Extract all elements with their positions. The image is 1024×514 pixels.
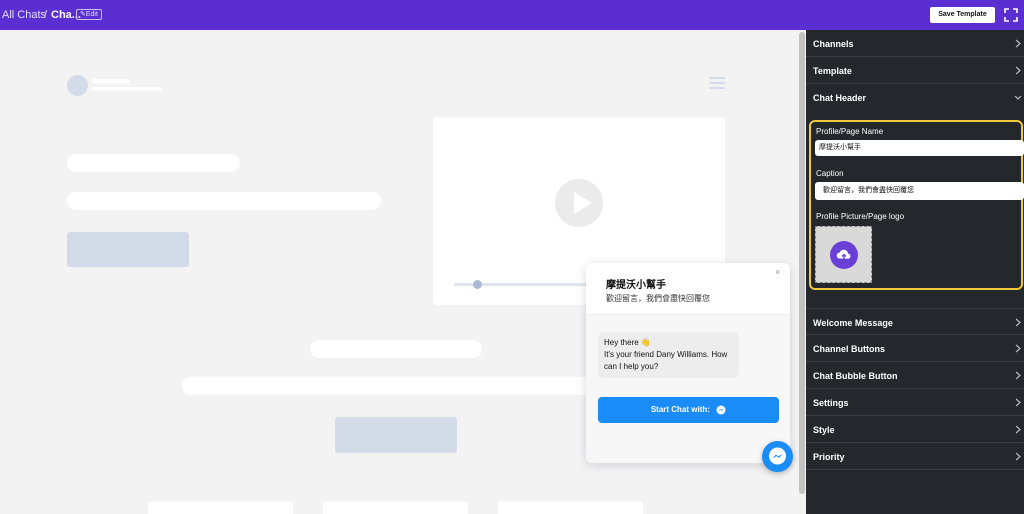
chevron-right-icon: [1015, 39, 1021, 48]
fullscreen-icon[interactable]: [1004, 8, 1018, 22]
chat-header: 摩提沃小幫手 歡迎留言，我們會盡快回覆您 ×: [586, 263, 790, 315]
chevron-right-icon: [1015, 318, 1021, 327]
section-label: Channels: [813, 39, 854, 49]
chevron-right-icon: [1015, 66, 1021, 75]
section-label: Settings: [813, 398, 849, 408]
placeholder-text: [67, 192, 381, 210]
placeholder-card: [148, 501, 293, 514]
placeholder-card: [323, 501, 468, 514]
profile-name-label: Profile/Page Name: [816, 127, 884, 136]
start-chat-label: Start Chat with:: [650, 405, 710, 414]
placeholder-logo: [67, 75, 88, 96]
caption-textarea[interactable]: 歡迎留言，我們會盡快回覆您: [815, 182, 1024, 200]
greeting-text: It's your friend Dany Williams. How can …: [604, 350, 728, 371]
chevron-right-icon: [1015, 452, 1021, 461]
start-chat-button[interactable]: Start Chat with:: [598, 397, 779, 423]
chevron-right-icon: [1015, 344, 1021, 353]
section-priority[interactable]: Priority: [806, 443, 1024, 470]
chat-body: Hey there 👋 It's your friend Dany Willia…: [586, 315, 790, 463]
edit-name-button[interactable]: ✎Edit: [76, 9, 102, 20]
section-label: Welcome Message: [813, 318, 893, 328]
section-label: Style: [813, 425, 835, 435]
chevron-down-icon: [1014, 95, 1022, 100]
placeholder-subheading: [310, 340, 482, 358]
breadcrumb-separator: /: [44, 9, 48, 21]
section-channel-buttons[interactable]: Channel Buttons: [806, 335, 1024, 362]
chat-title: 摩提沃小幫手: [606, 280, 666, 291]
chevron-right-icon: [1015, 425, 1021, 434]
section-label: Chat Header: [813, 93, 867, 103]
upload-button[interactable]: [830, 241, 858, 269]
chat-widget-popup: 摩提沃小幫手 歡迎留言，我們會盡快回覆您 × Hey there 👋 It's …: [586, 263, 790, 463]
breadcrumb-all-chats[interactable]: All Chats: [2, 9, 46, 21]
logo-label: Profile Picture/Page logo: [816, 212, 905, 221]
chevron-right-icon: [1015, 398, 1021, 407]
section-channels[interactable]: Channels: [806, 30, 1024, 57]
edit-label: Edit: [85, 11, 98, 18]
placeholder-line: [92, 87, 162, 91]
placeholder-button: [335, 417, 457, 453]
cloud-upload-icon: [836, 249, 851, 260]
section-label: Template: [813, 66, 852, 76]
section-style[interactable]: Style: [806, 416, 1024, 443]
profile-name-input[interactable]: 摩提沃小幫手: [815, 140, 1024, 156]
placeholder-card: [498, 501, 643, 514]
play-triangle: [574, 192, 592, 214]
messenger-icon: [716, 405, 726, 415]
menu-icon: [709, 77, 725, 91]
video-progress-knob: [473, 280, 482, 289]
welcome-message-bubble: Hey there 👋 It's your friend Dany Willia…: [598, 332, 739, 378]
placeholder-line: [92, 79, 130, 83]
logo-upload-dropzone[interactable]: [815, 226, 872, 283]
section-label: Priority: [813, 452, 845, 462]
messenger-icon: [769, 447, 786, 465]
section-label: Chat Bubble Button: [813, 371, 898, 381]
placeholder-heading: [67, 154, 240, 172]
preview-scrollbar-thumb[interactable]: [799, 32, 805, 494]
section-welcome-message[interactable]: Welcome Message: [806, 308, 1024, 335]
chat-caption: 歡迎留言，我們會盡快回覆您: [606, 294, 710, 303]
placeholder-button: [67, 232, 189, 267]
section-label: Channel Buttons: [813, 344, 885, 354]
section-chat-header[interactable]: Chat Header: [806, 84, 1024, 111]
top-bar: All Chats / Cha... ✎Edit Save Template: [0, 0, 1024, 30]
greeting-line: Hey there 👋: [604, 338, 651, 347]
placeholder-text: [182, 377, 592, 395]
settings-sidebar: Channels Template Chat Header Profile/Pa…: [806, 30, 1024, 514]
chat-bubble-button[interactable]: [762, 441, 793, 472]
section-template[interactable]: Template: [806, 57, 1024, 84]
close-icon[interactable]: ×: [775, 267, 780, 277]
section-chat-bubble-button[interactable]: Chat Bubble Button: [806, 362, 1024, 389]
chat-header-panel: Profile/Page Name 摩提沃小幫手 Caption 歡迎留言，我們…: [809, 120, 1024, 290]
save-template-button[interactable]: Save Template: [930, 7, 995, 23]
chevron-right-icon: [1015, 371, 1021, 380]
section-settings[interactable]: Settings: [806, 389, 1024, 416]
caption-label: Caption: [816, 169, 844, 178]
